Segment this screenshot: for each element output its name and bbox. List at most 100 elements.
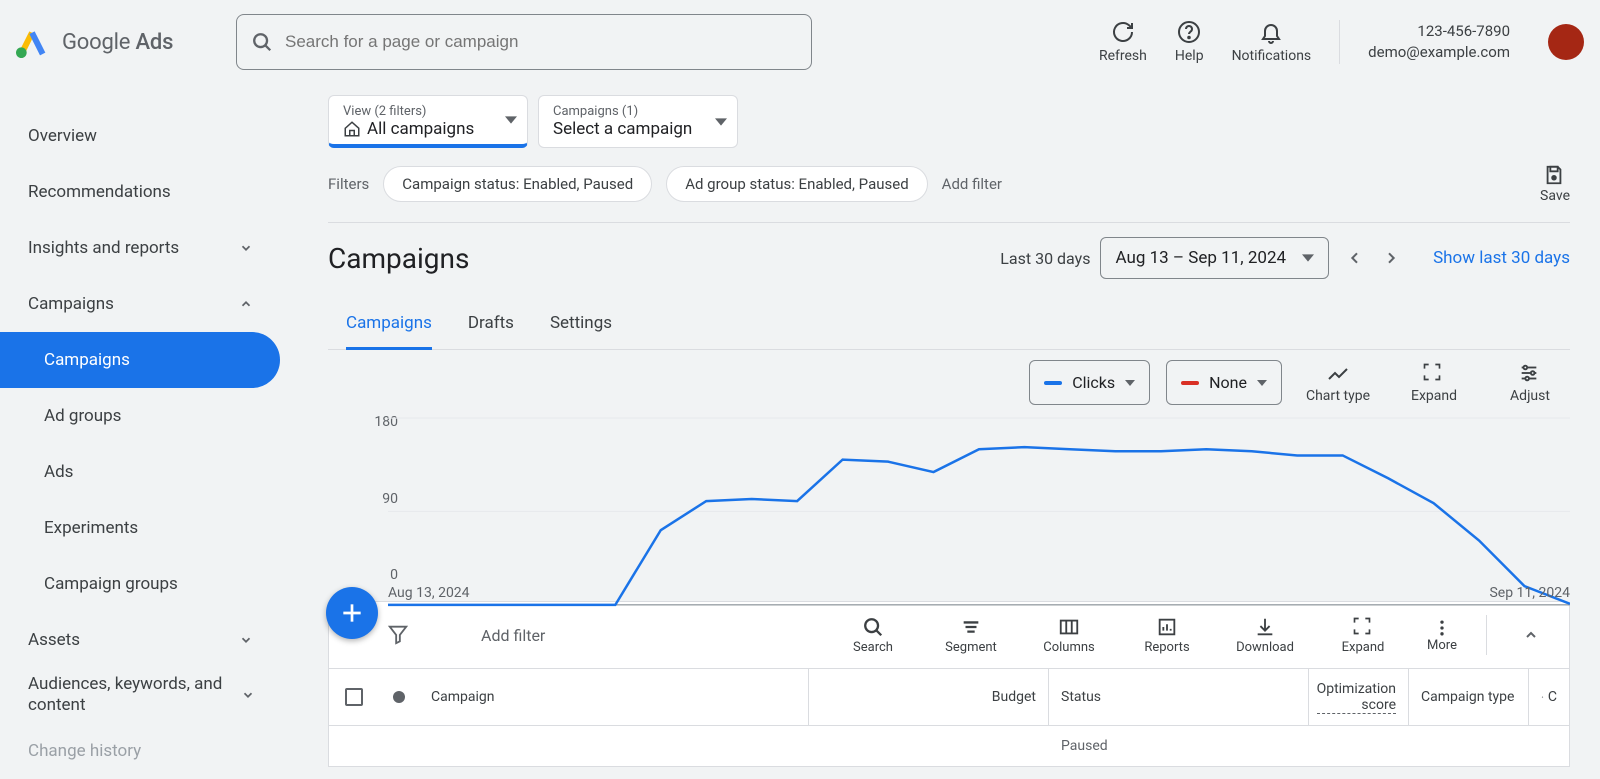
columns-icon <box>1058 616 1080 638</box>
sidebar-item-insights[interactable]: Insights and reports <box>0 220 280 276</box>
table-more-button[interactable]: More <box>1422 618 1462 653</box>
td-campaign <box>419 726 809 766</box>
sidebar-sub-experiments[interactable]: Experiments <box>0 500 280 556</box>
th-campaign-type[interactable]: Campaign type <box>1409 669 1529 725</box>
th-status-dot <box>379 669 419 725</box>
add-filter-link[interactable]: Add filter <box>942 175 1002 193</box>
td-status: Paused <box>1049 726 1309 766</box>
expand-icon <box>1352 616 1374 638</box>
chevron-down-icon <box>239 685 256 705</box>
search-input[interactable] <box>285 32 797 52</box>
search-icon <box>251 31 273 53</box>
sidebar-item-changehistory[interactable]: Change history <box>0 723 280 779</box>
table-download-button[interactable]: Download <box>1226 616 1304 655</box>
avatar[interactable] <box>1548 24 1584 60</box>
refresh-icon <box>1111 20 1135 44</box>
product-name: Google Ads <box>62 30 173 55</box>
table-expand-button[interactable]: Expand <box>1324 616 1402 655</box>
table-collapse-button[interactable] <box>1511 627 1551 643</box>
google-ads-logo-icon <box>16 26 48 58</box>
refresh-button[interactable]: Refresh <box>1099 20 1147 64</box>
download-icon <box>1254 616 1276 638</box>
sidebar-item-audiences[interactable]: Audiences, keywords, and content <box>0 668 280 723</box>
table-columns-button[interactable]: Columns <box>1030 616 1108 655</box>
notifications-button[interactable]: Notifications <box>1232 20 1312 64</box>
th-last[interactable]: C <box>1529 669 1569 725</box>
th-status[interactable]: Status <box>1049 669 1309 725</box>
chart-adjust-button[interactable]: Adjust <box>1490 362 1570 404</box>
th-optimization-score[interactable]: Optimization score <box>1309 669 1409 725</box>
chart-area: 180 90 0 Aug 13, 2024 Sep 11, 2024 <box>328 411 1570 601</box>
sidebar-sub-adgroups[interactable]: Ad groups <box>0 388 280 444</box>
x-axis-labels: Aug 13, 2024 Sep 11, 2024 <box>388 585 1570 601</box>
td-status-dot <box>379 726 419 766</box>
th-campaign[interactable]: Campaign <box>419 669 809 725</box>
tab-campaigns[interactable]: Campaigns <box>346 299 432 350</box>
fab-add-button[interactable] <box>326 587 378 639</box>
table-add-filter[interactable]: Add filter <box>481 626 545 645</box>
date-prev-button[interactable] <box>1337 240 1373 276</box>
campaign-picker[interactable]: Campaigns (1) Select a campaign <box>538 95 738 148</box>
table-segment-button[interactable]: Segment <box>932 616 1010 655</box>
divider <box>1339 20 1340 64</box>
table-search-button[interactable]: Search <box>834 616 912 655</box>
sidebar: Overview Recommendations Insights and re… <box>0 84 280 777</box>
th-budget[interactable]: Budget <box>809 669 1049 725</box>
expand-icon <box>1422 362 1446 386</box>
date-range-picker[interactable]: Aug 13 – Sep 11, 2024 <box>1100 237 1329 279</box>
save-button[interactable]: Save <box>1540 164 1570 204</box>
view-picker-val: All campaigns <box>343 119 487 139</box>
scope-pickers: View (2 filters) All campaigns Campaigns… <box>328 95 1600 148</box>
sidebar-sub-campaigns[interactable]: Campaigns <box>0 332 280 388</box>
x-start: Aug 13, 2024 <box>388 585 470 601</box>
help-button[interactable]: Help <box>1175 20 1204 64</box>
account-email: demo@example.com <box>1368 42 1510 63</box>
sidebar-item-overview[interactable]: Overview <box>0 108 280 164</box>
view-picker-sup: View (2 filters) <box>343 104 487 119</box>
app-header: Google Ads Refresh Help Notifications <box>0 0 1600 84</box>
chart-type-button[interactable]: Chart type <box>1298 362 1378 404</box>
sidebar-item-campaigns[interactable]: Campaigns <box>0 276 280 332</box>
line-chart-svg <box>388 411 1570 612</box>
view-picker[interactable]: View (2 filters) All campaigns <box>328 95 528 148</box>
account-info[interactable]: 123-456-7890 demo@example.com <box>1368 21 1510 63</box>
show-last-30-link[interactable]: Show last 30 days <box>1433 248 1570 268</box>
filter-chip-campaign-status[interactable]: Campaign status: Enabled, Paused <box>383 166 652 202</box>
table-header-row: Campaign Budget Status Optimization scor… <box>329 668 1569 726</box>
caret-down-icon <box>1302 252 1314 264</box>
caret-down-icon <box>715 116 727 128</box>
th-checkbox[interactable] <box>329 669 379 725</box>
filter-chip-adgroup-status[interactable]: Ad group status: Enabled, Paused <box>666 166 927 202</box>
bell-icon <box>1259 20 1283 44</box>
home-icon <box>343 120 361 138</box>
save-icon <box>1543 164 1567 188</box>
chart-expand-button[interactable]: Expand <box>1394 362 1474 404</box>
td-checkbox[interactable] <box>329 726 379 766</box>
table-row[interactable]: Paused <box>329 726 1569 766</box>
filter-icon[interactable] <box>387 623 411 647</box>
sidebar-sub-ads[interactable]: Ads <box>0 444 280 500</box>
filters-row: Filters Campaign status: Enabled, Paused… <box>328 164 1600 204</box>
more-vert-icon <box>1432 618 1452 638</box>
table-reports-button[interactable]: Reports <box>1128 616 1206 655</box>
sidebar-item-assets[interactable]: Assets <box>0 612 280 668</box>
caret-down-icon <box>1125 378 1135 388</box>
metric2-selector[interactable]: None <box>1166 360 1282 405</box>
date-next-button[interactable] <box>1373 240 1409 276</box>
search-box[interactable] <box>236 14 812 70</box>
caret-down-icon <box>1257 378 1267 388</box>
sidebar-item-recommendations[interactable]: Recommendations <box>0 164 280 220</box>
sidebar-sub-campaigngroups[interactable]: Campaign groups <box>0 556 280 612</box>
help-icon <box>1177 20 1201 44</box>
metric1-selector[interactable]: Clicks <box>1029 360 1150 405</box>
divider <box>1486 615 1487 655</box>
chart-toolbar: Clicks None Chart type Expand Adjust <box>328 360 1570 405</box>
tabs: Campaigns Drafts Settings <box>328 299 1570 350</box>
campaigns-table: Add filter Search Segment Columns Report… <box>328 601 1570 767</box>
page-title: Campaigns <box>328 242 469 275</box>
reports-icon <box>1156 616 1178 638</box>
tab-settings[interactable]: Settings <box>550 299 612 349</box>
campaign-picker-sup: Campaigns (1) <box>553 104 697 119</box>
campaign-picker-val: Select a campaign <box>553 119 697 139</box>
tab-drafts[interactable]: Drafts <box>468 299 514 349</box>
